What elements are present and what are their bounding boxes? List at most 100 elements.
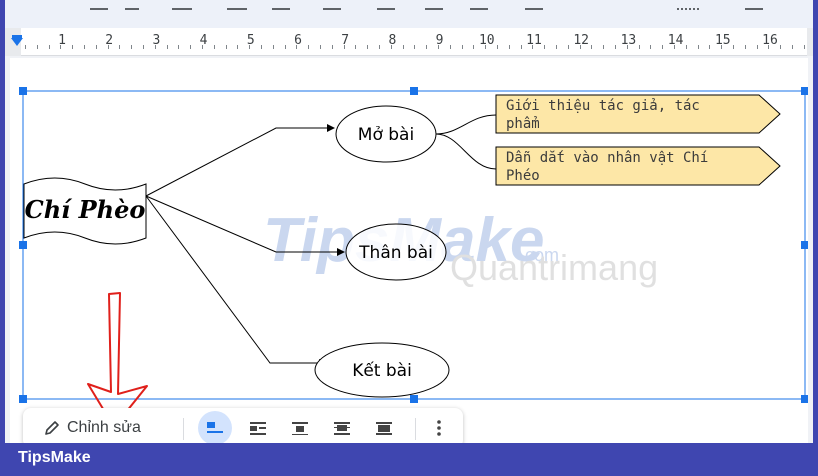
- ruler-tick: [579, 45, 581, 49]
- behind-text-icon: [334, 422, 350, 435]
- resize-handle-s[interactable]: [410, 395, 418, 403]
- ruler-tick: [520, 45, 522, 49]
- pencil-icon: [45, 421, 59, 435]
- ruler-tick: [638, 45, 640, 49]
- ruler-number: 9: [435, 33, 444, 48]
- ruler-tick: [343, 45, 345, 49]
- ruler-number: 15: [714, 33, 731, 48]
- ruler-tick: [449, 45, 451, 49]
- ruler-tick: [414, 45, 416, 49]
- ruler-tick: [532, 45, 534, 49]
- resize-handle-w[interactable]: [19, 241, 27, 249]
- edit-button[interactable]: Chỉnh sửa: [43, 412, 193, 443]
- connector-detail-2: [435, 133, 497, 170]
- ruler-number: 6: [294, 33, 302, 48]
- ruler-tick: [379, 45, 380, 49]
- resize-handle-e[interactable]: [801, 241, 808, 249]
- watermark: TipsMake .com Quantrimang: [263, 206, 658, 288]
- ruler-tick: [697, 45, 699, 49]
- align-icon[interactable]: [172, 2, 192, 10]
- ruler-tick: [84, 45, 85, 49]
- ruler-tick: [119, 45, 121, 49]
- connector-detail-1: [435, 114, 497, 135]
- comment-icon[interactable]: [90, 2, 108, 10]
- branch-mo-bai: Mở bài: [335, 105, 437, 163]
- ruler-tick: [25, 45, 26, 49]
- ruler-tick: [803, 45, 805, 49]
- ruler-tick: [154, 45, 156, 49]
- ruler-tick: [355, 45, 357, 49]
- document-page[interactable]: TipsMake .com Quantrimang Chí Phèo: [10, 58, 808, 443]
- ruler-tick: [166, 45, 168, 49]
- edit-label: Chỉnh sửa: [67, 419, 141, 436]
- ruler-tick: [95, 45, 97, 49]
- inserted-drawing[interactable]: TipsMake .com Quantrimang Chí Phèo: [10, 58, 808, 443]
- ruler-number: 2: [105, 33, 114, 48]
- ruler-tick: [461, 45, 463, 49]
- wrap-inline-icon: [207, 422, 223, 433]
- docs-toolbar: [5, 0, 813, 28]
- ruler-tick: [650, 45, 652, 49]
- ruler-tick: [438, 45, 439, 49]
- ruler-tick: [331, 45, 333, 49]
- ruler-tick: [36, 45, 38, 49]
- ruler-tick: [567, 45, 569, 49]
- resize-handle-se[interactable]: [801, 395, 808, 403]
- ruler-tick: [131, 45, 133, 49]
- in-front-text-icon: [376, 422, 392, 435]
- checklist-icon[interactable]: [272, 2, 290, 10]
- ruler-tick: [733, 45, 734, 49]
- ruler[interactable]: 1 2 3 4 5 6 7 8 9 10 11 12 13 14 15 16: [5, 28, 813, 56]
- ruler-number: 3: [152, 33, 161, 48]
- ruler-tick: [768, 45, 770, 49]
- ruler-tick: [296, 45, 298, 49]
- ruler-tick: [367, 45, 369, 49]
- left-indent-marker[interactable]: [11, 38, 23, 46]
- break-text-button[interactable]: [283, 412, 317, 443]
- in-front-text-button[interactable]: [367, 412, 401, 443]
- increase-indent-icon[interactable]: [470, 2, 488, 10]
- line-spacing-icon[interactable]: [227, 2, 247, 10]
- ruler-number: 5: [246, 33, 255, 48]
- decrease-indent-icon[interactable]: [425, 2, 443, 10]
- resize-handle-n[interactable]: [410, 87, 418, 95]
- more-toolbar-icon[interactable]: [677, 2, 699, 10]
- ruler-tick: [591, 45, 593, 49]
- ruler-tick: [60, 45, 62, 49]
- numbered-list-icon[interactable]: [377, 2, 395, 10]
- ruler-tick: [261, 45, 262, 49]
- ruler-tick: [237, 45, 239, 49]
- branch-ket-bai-label: Kết bài: [352, 360, 412, 381]
- ruler-tick: [709, 45, 711, 49]
- behind-text-button[interactable]: [325, 412, 359, 443]
- ruler-tick: [744, 45, 746, 49]
- document-frame: 12345678910111213141516 TipsMake .com Qu…: [5, 0, 813, 443]
- branch-mo-bai-label: Mở bài: [358, 125, 414, 145]
- ruler-tick: [685, 45, 687, 49]
- ruler-tick: [225, 45, 227, 49]
- wrap-text-icon: [250, 422, 266, 435]
- ruler-number: 10: [478, 33, 495, 48]
- ruler-tick: [213, 45, 215, 49]
- ruler-tick: [320, 45, 321, 49]
- resize-handle-ne[interactable]: [801, 87, 808, 95]
- collapse-toolbar-icon[interactable]: [745, 2, 763, 10]
- ruler-number: 4: [199, 33, 208, 48]
- bullet-list-icon[interactable]: [323, 2, 341, 10]
- more-options-button[interactable]: [425, 412, 453, 443]
- image-icon[interactable]: [125, 2, 139, 10]
- ruler-tick: [249, 45, 251, 49]
- wrap-text-button[interactable]: [241, 412, 275, 443]
- clear-format-icon[interactable]: [525, 2, 543, 10]
- resize-handle-sw[interactable]: [19, 395, 27, 403]
- ruler-tick: [272, 45, 274, 49]
- ruler-tick: [48, 45, 50, 49]
- resize-handle-nw[interactable]: [19, 87, 27, 95]
- wrap-inline-button[interactable]: [198, 411, 232, 443]
- ruler-number: 12: [573, 33, 590, 48]
- ruler-tick: [390, 45, 392, 49]
- ruler-number: 13: [620, 33, 637, 48]
- ruler-number: 16: [762, 33, 778, 48]
- ruler-tick: [674, 45, 675, 49]
- branch-ket-bai: Kết bài: [314, 342, 450, 398]
